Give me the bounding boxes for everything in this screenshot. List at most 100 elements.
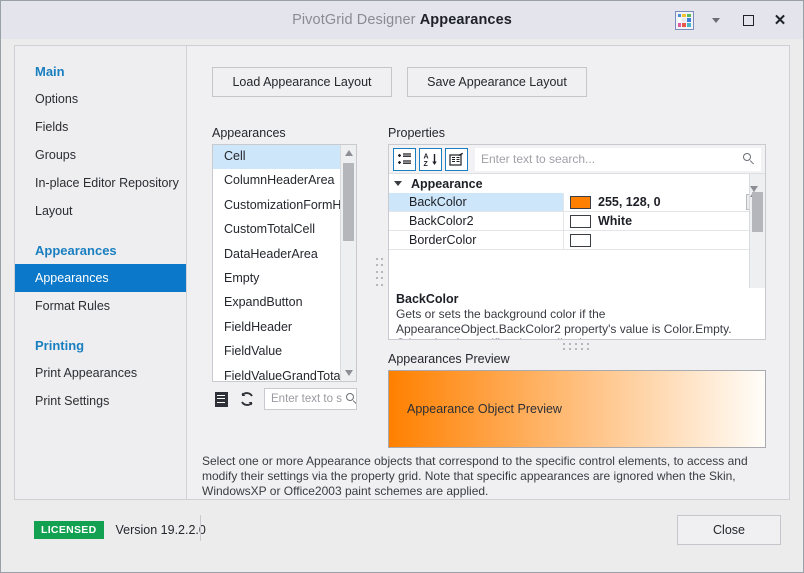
list-item[interactable]: FieldHeader [213,316,356,340]
description-title: BackColor [396,292,459,306]
list-item[interactable]: FieldValueGrandTotal [213,365,356,381]
list-item[interactable]: ColumnHeaderArea [213,169,356,193]
window-controls: ✕ [669,1,795,39]
title-prefix: PivotGrid Designer [292,12,416,28]
svg-text:A: A [424,153,429,160]
horizontal-splitter-grip[interactable] [563,343,591,351]
appearances-list-label: Appearances [212,126,286,140]
save-appearance-layout-button[interactable]: Save Appearance Layout [407,67,587,97]
refresh-glyph [241,392,253,406]
title-main: Appearances [419,12,512,28]
appearances-list-scrollbar[interactable] [340,145,356,381]
list-item[interactable]: FieldValue [213,340,356,364]
property-category-row[interactable]: Appearance [389,174,765,193]
color-swatch [570,195,591,209]
status-divider [200,515,201,541]
description-text: Gets or sets the background color if the… [396,307,732,339]
list-menu-icon[interactable] [212,390,230,408]
property-row-backcolor[interactable]: BackColor 255, 128, 0 [389,193,765,212]
skin-palette-icon[interactable] [669,5,699,35]
scrollbar-thumb[interactable] [343,163,354,241]
color-swatch [570,233,591,247]
scrollbar-thumb[interactable] [752,192,763,232]
property-value: White [598,214,633,228]
list-menu-glyph [214,391,228,407]
version-text: Version 19.2.2.0 [115,523,206,537]
list-item[interactable]: CustomTotalCell [213,218,356,242]
close-button[interactable]: Close [677,515,781,545]
sidebar: Main Options Fields Groups In-place Edit… [15,46,187,499]
appearances-search-placeholder: Enter text to s [271,393,342,405]
caret-glyph [712,17,720,23]
content-panel: Load Appearance Layout Save Appearance L… [188,46,790,499]
property-description-pane: BackColor Gets or sets the background co… [388,288,766,340]
window-title: PivotGrid Designer Appearances [292,12,512,28]
dialog-body: Main Options Fields Groups In-place Edit… [14,45,790,500]
property-pages-icon[interactable] [445,147,468,171]
search-icon [345,393,356,405]
appearances-search-input[interactable]: Enter text to s [264,388,357,410]
hint-text: Select one or more Appearance objects th… [202,454,748,498]
appearance-preview-text: Appearance Object Preview [407,402,562,416]
list-item[interactable]: ExpandButton [213,291,356,315]
designer-window: PivotGrid Designer Appearances ✕ Main Op… [0,0,804,573]
property-value-cell[interactable] [564,231,765,249]
scroll-down-icon[interactable] [341,365,356,381]
vertical-splitter-grip[interactable] [376,258,384,288]
sidebar-item-layout[interactable]: Layout [15,197,186,225]
skin-grid-glyph [674,10,694,30]
list-item[interactable]: DataHeaderArea [213,243,356,267]
close-icon[interactable]: ✕ [765,5,795,35]
appearances-preview-label: Appearances Preview [388,352,510,366]
svg-text:Z: Z [424,161,429,167]
load-appearance-layout-button[interactable]: Load Appearance Layout [212,67,392,97]
property-name: BackColor [389,193,564,211]
property-row-backcolor2[interactable]: BackColor2 White [389,212,765,231]
properties-search-placeholder: Enter text to search... [481,152,596,166]
property-name: BorderColor [389,231,564,249]
sidebar-item-in-place-editor-repository[interactable]: In-place Editor Repository [15,169,186,197]
properties-label: Properties [388,126,445,140]
sidebar-item-print-settings[interactable]: Print Settings [15,387,186,415]
appearances-list-toolbar: Enter text to s [212,386,357,412]
appearances-listbox[interactable]: Cell ColumnHeaderArea CustomizationFormH… [212,144,357,382]
scroll-up-icon[interactable] [341,145,356,161]
property-value-cell[interactable]: 255, 128, 0 [564,193,765,211]
property-row-bordercolor[interactable]: BorderColor [389,231,765,250]
search-icon [743,153,755,165]
status-bar: LICENSED Version 19.2.2.0 Close [14,501,790,560]
sidebar-item-options[interactable]: Options [15,85,186,113]
property-category-label: Appearance [411,176,483,191]
sidebar-group-appearances: Appearances [35,243,117,258]
refresh-icon[interactable] [238,390,256,408]
alphabetical-sort-icon[interactable]: A Z [419,147,442,171]
appearance-preview-box: Appearance Object Preview [388,370,766,448]
property-value: 255, 128, 0 [598,195,661,209]
property-value-cell[interactable]: White [564,212,765,230]
status-badge: LICENSED [34,521,104,539]
sidebar-item-format-rules[interactable]: Format Rules [15,292,186,320]
chevron-down-icon[interactable] [701,5,731,35]
categorized-icon[interactable] [393,147,416,171]
maximize-glyph [742,14,754,26]
title-bar: PivotGrid Designer Appearances ✕ [1,1,803,39]
license-info: LICENSED Version 19.2.2.0 [34,521,206,539]
collapse-triangle-icon[interactable] [394,181,402,186]
sidebar-item-groups[interactable]: Groups [15,141,186,169]
layout-buttons: Load Appearance Layout Save Appearance L… [212,67,587,97]
list-item[interactable]: Empty [213,267,356,291]
categorized-glyph [398,152,411,164]
property-pages-glyph [449,152,463,166]
sidebar-item-print-appearances[interactable]: Print Appearances [15,359,186,387]
sidebar-item-appearances[interactable]: Appearances [15,264,186,292]
sidebar-item-fields[interactable]: Fields [15,113,186,141]
list-item[interactable]: CustomizationFormHint [213,194,356,218]
list-item[interactable]: Cell [213,145,356,170]
properties-search-input[interactable]: Enter text to search... [475,147,761,171]
sidebar-group-printing: Printing [35,338,85,353]
color-swatch [570,214,591,228]
sort-az-glyph: A Z [424,153,437,167]
property-name: BackColor2 [389,212,564,230]
maximize-icon[interactable] [733,5,763,35]
sidebar-group-main: Main [35,64,65,79]
